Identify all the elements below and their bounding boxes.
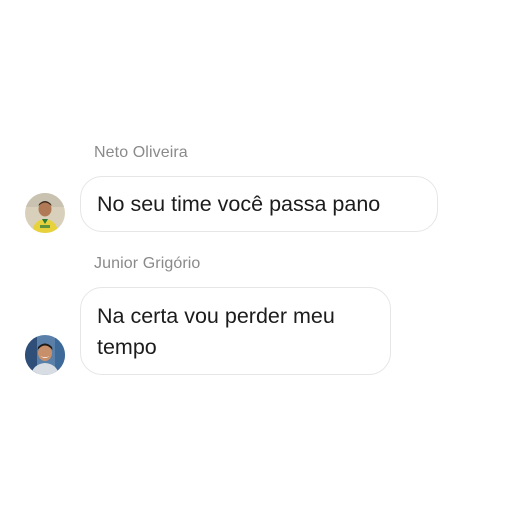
user-avatar-icon[interactable] xyxy=(25,193,65,233)
avatar-photo xyxy=(25,193,65,233)
message-bubble[interactable]: No seu time você passa pano xyxy=(80,176,438,232)
message-bubble[interactable]: Na certa vou perder meu tempo xyxy=(80,287,391,375)
avatar-photo xyxy=(25,335,65,375)
user-avatar-icon[interactable] xyxy=(25,335,65,375)
sender-name[interactable]: Junior Grigório xyxy=(94,255,200,273)
sender-name[interactable]: Neto Oliveira xyxy=(94,144,188,162)
